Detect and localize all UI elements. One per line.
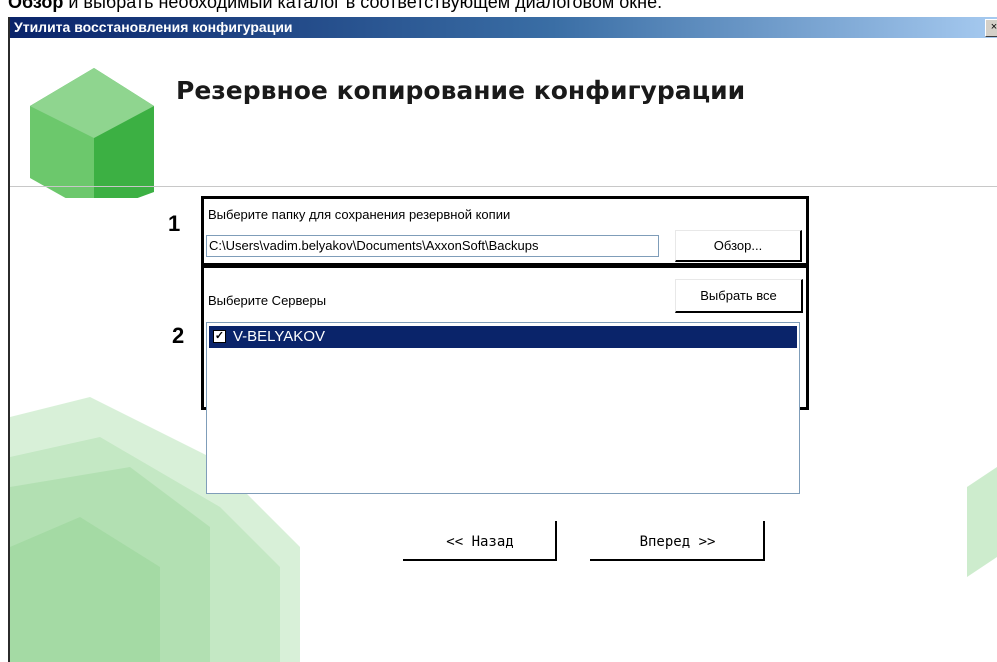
- green-cube-logo-icon: [30, 68, 154, 198]
- window-title-bar: Утилита восстановления конфигурации: [10, 17, 997, 38]
- callout-number-1: 1: [168, 211, 181, 236]
- browse-button[interactable]: Обзор...: [675, 230, 802, 262]
- close-icon[interactable]: ×: [985, 19, 997, 37]
- backup-folder-label: Выберите папку для сохранения резервной …: [208, 207, 511, 222]
- backup-folder-path-input[interactable]: C:\Users\vadim.belyakov\Documents\AxxonS…: [206, 235, 659, 257]
- back-button-label: << Назад: [446, 534, 514, 550]
- next-button[interactable]: Вперед >>: [590, 521, 765, 561]
- server-name: V-BELYAKOV: [233, 328, 325, 345]
- document-caption-text: и выбрать необходимый каталог в соответс…: [63, 0, 663, 12]
- list-item[interactable]: ✓ V-BELYAKOV: [209, 326, 797, 348]
- document-caption: Обзор и выбрать необходимый каталог в со…: [8, 0, 662, 13]
- background-cube-right-decoration: [967, 467, 997, 577]
- next-button-edge-right: [763, 521, 765, 561]
- back-button-edge-bottom: [403, 559, 557, 561]
- next-button-label: Вперед >>: [639, 534, 716, 550]
- back-button[interactable]: << Назад: [403, 521, 557, 561]
- servers-list: ✓ V-BELYAKOV: [206, 322, 800, 494]
- callout-number-2: 2: [172, 323, 185, 348]
- document-caption-bold: Обзор: [8, 0, 64, 12]
- header-divider: [10, 186, 997, 187]
- next-button-edge-bottom: [590, 559, 765, 561]
- restore-utility-window: Утилита восстановления конфигурации × Ре…: [8, 17, 997, 662]
- checkmark-icon[interactable]: ✓: [213, 330, 226, 343]
- select-servers-label: Выберите Серверы: [208, 293, 327, 308]
- window-title: Утилита восстановления конфигурации: [14, 19, 293, 35]
- wizard-header: Резервное копирование конфигурации: [10, 38, 997, 198]
- select-all-button[interactable]: Выбрать все: [675, 279, 803, 313]
- page-title: Резервное копирование конфигурации: [176, 76, 746, 105]
- back-button-edge-right: [555, 521, 557, 561]
